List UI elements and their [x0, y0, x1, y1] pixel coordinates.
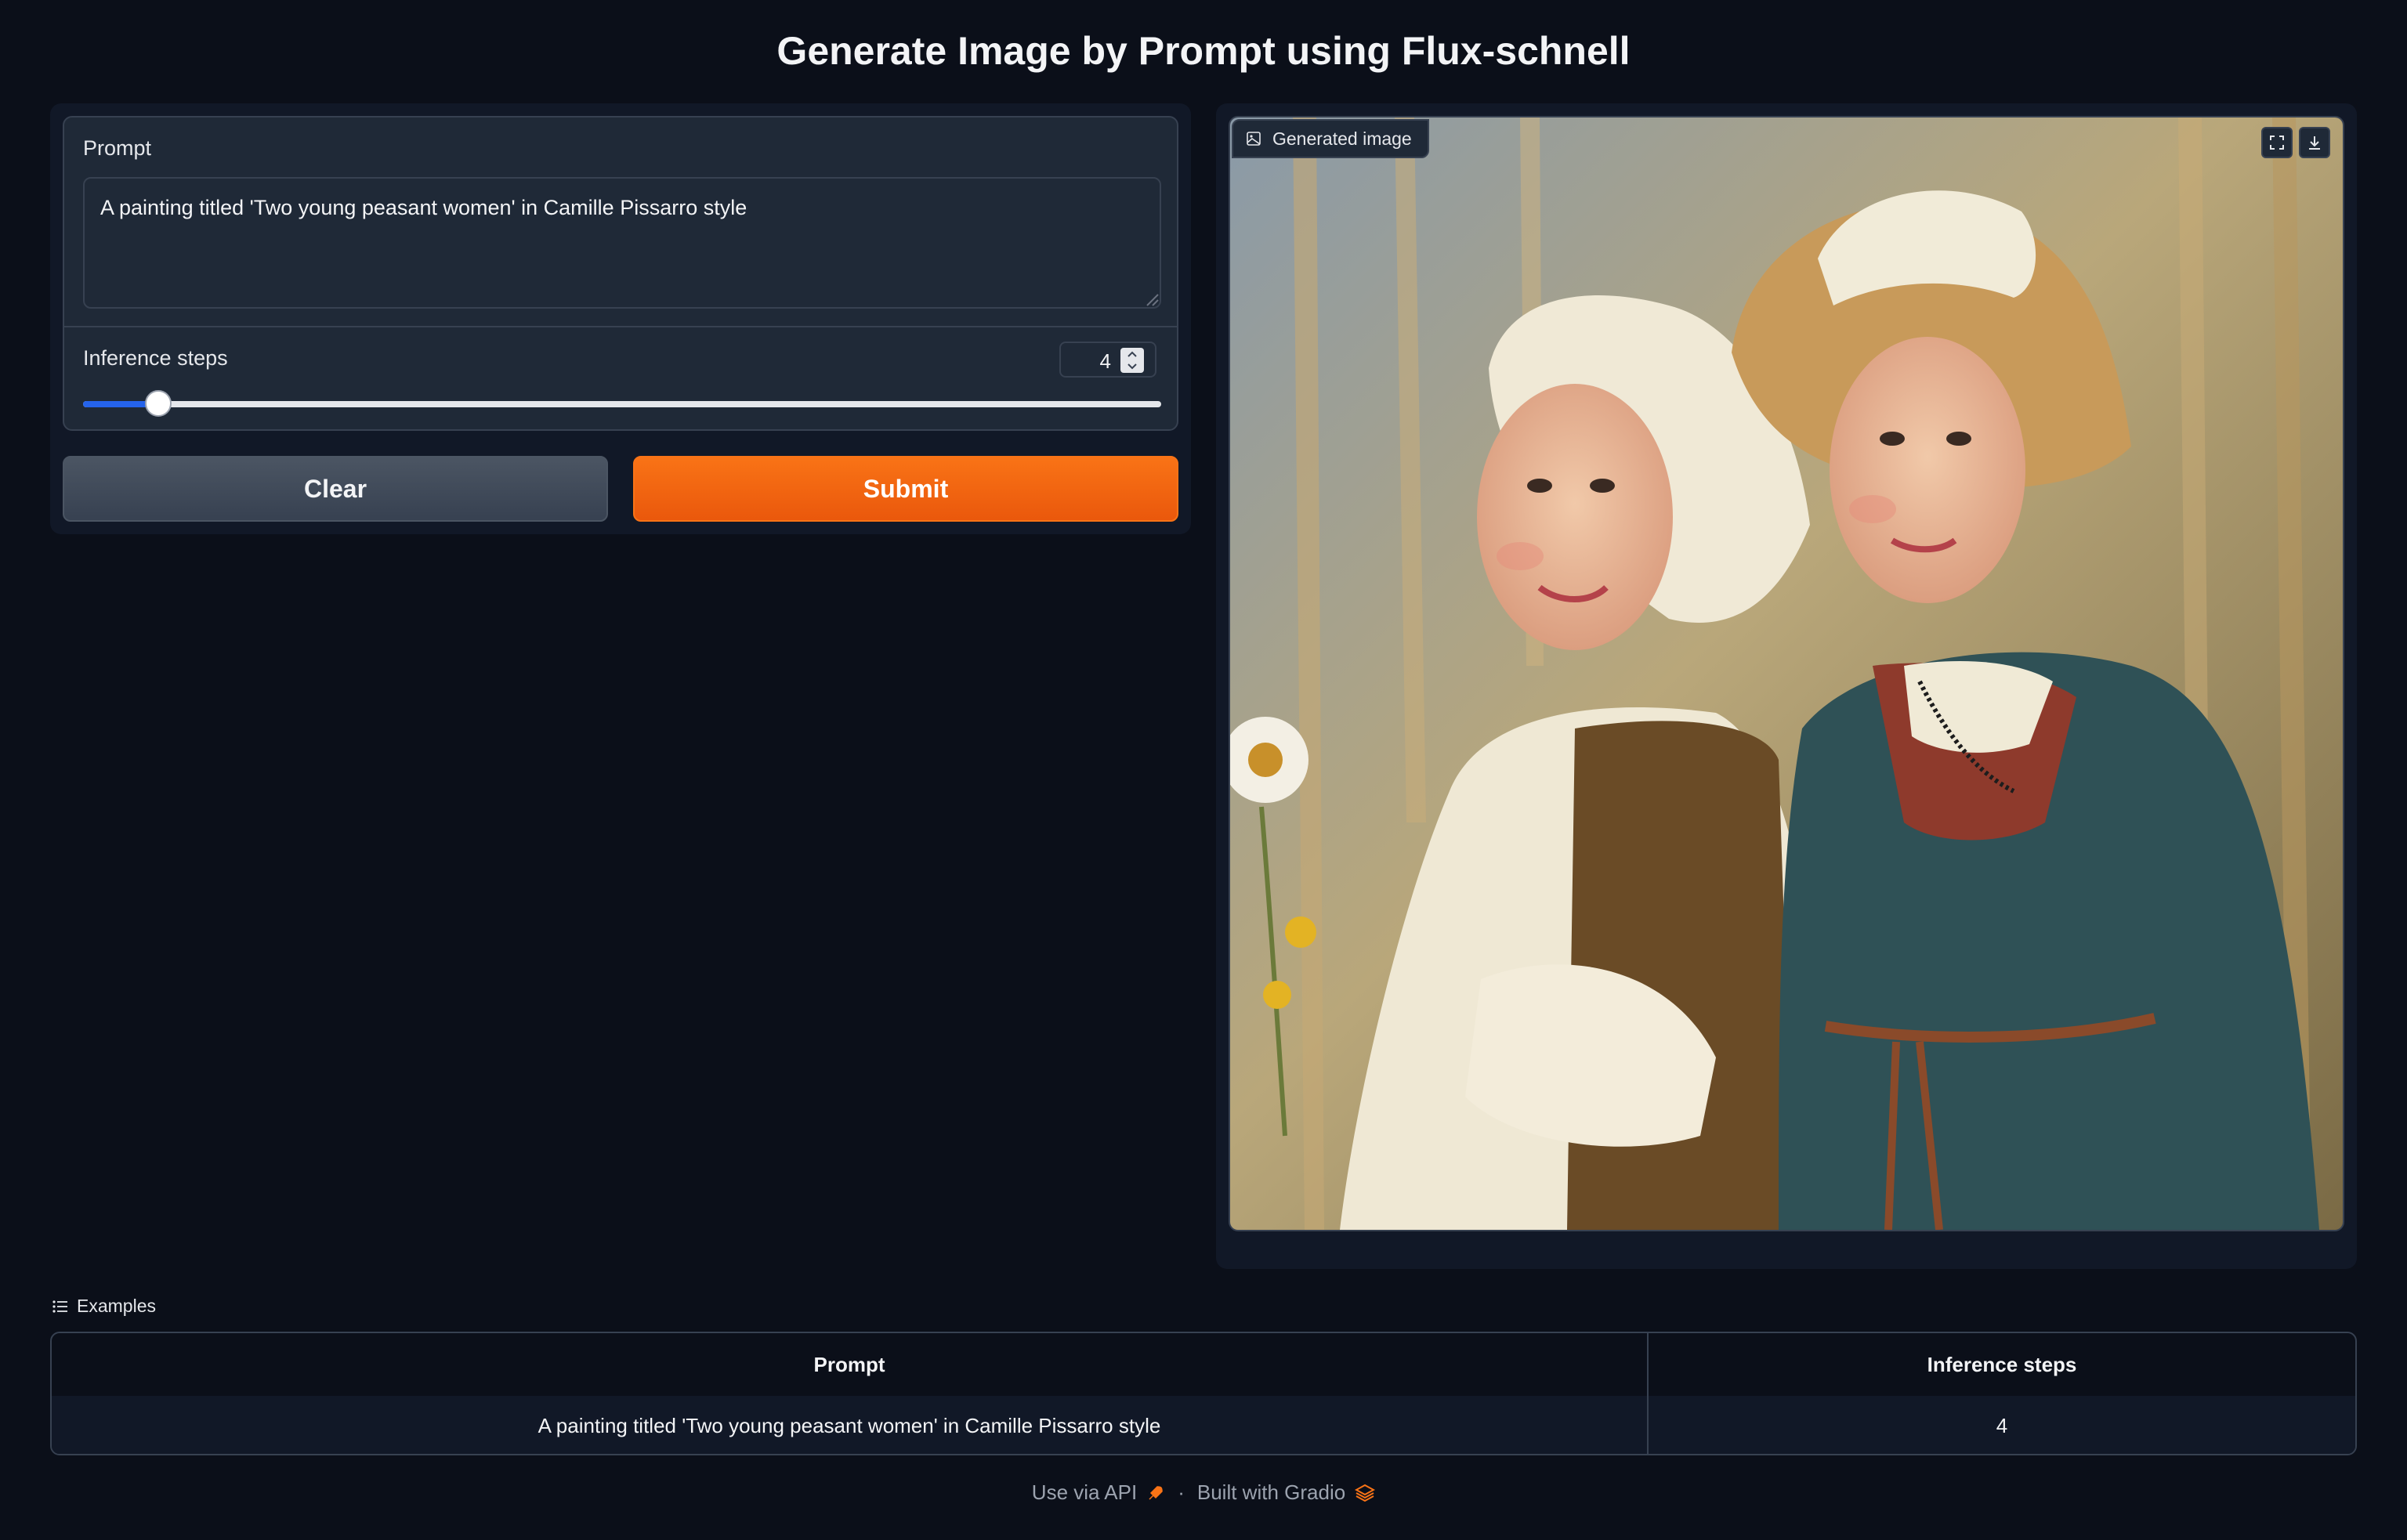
rocket-icon — [1149, 1485, 1163, 1500]
built-with-gradio-link[interactable]: Built with Gradio — [1196, 1480, 1376, 1505]
examples-table-header: Prompt Inference steps — [52, 1333, 2355, 1396]
resize-grip-icon[interactable] — [1144, 291, 1160, 307]
use-via-api-link[interactable]: Use via API — [1032, 1480, 1165, 1505]
divider — [64, 326, 1177, 327]
example-prompt-cell[interactable]: A painting titled 'Two young peasant wom… — [52, 1396, 1649, 1454]
prompt-label: Prompt — [83, 136, 152, 160]
gradio-logo-icon — [1355, 1484, 1376, 1502]
number-spinner[interactable] — [1120, 348, 1144, 373]
increment-icon[interactable] — [1120, 348, 1144, 360]
footer-separator: · — [1178, 1480, 1185, 1504]
clear-button[interactable]: Clear — [63, 456, 608, 522]
footer: Use via API · Built with Gradio — [0, 1480, 2407, 1505]
column-header-prompt: Prompt — [52, 1333, 1649, 1396]
prompt-textarea[interactable] — [83, 177, 1161, 309]
inference-steps-label: Inference steps — [83, 346, 228, 370]
inference-steps-value: 4 — [1099, 349, 1111, 373]
download-button[interactable] — [2299, 127, 2330, 158]
slider-thumb[interactable] — [145, 390, 172, 417]
submit-button[interactable]: Submit — [633, 456, 1178, 522]
input-panel: Prompt Inference steps 4 Clear Submit — [50, 103, 1191, 534]
list-icon — [52, 1300, 67, 1313]
table-row[interactable]: A painting titled 'Two young peasant wom… — [52, 1396, 2355, 1454]
built-with-gradio-label: Built with Gradio — [1196, 1480, 1346, 1504]
examples-header: Examples — [52, 1296, 156, 1317]
column-header-inference-steps: Inference steps — [1927, 1352, 2077, 1376]
inference-steps-slider[interactable] — [83, 390, 1161, 417]
inference-steps-number-input[interactable]: 4 — [1059, 342, 1156, 378]
output-panel: Generated image — [1216, 103, 2357, 1269]
generated-image — [1230, 117, 2343, 1230]
example-steps-cell[interactable]: 4 — [1649, 1396, 2355, 1454]
image-icon — [1247, 132, 1261, 146]
fullscreen-button[interactable] — [2261, 127, 2293, 158]
page-title: Generate Image by Prompt using Flux-schn… — [776, 29, 1631, 73]
generated-image-badge: Generated image — [1232, 119, 1429, 158]
download-icon — [2309, 136, 2320, 150]
fullscreen-icon — [2270, 136, 2284, 150]
input-block: Prompt Inference steps 4 — [63, 116, 1178, 431]
generated-image-frame: Generated image — [1229, 116, 2344, 1231]
generated-image-label: Generated image — [1272, 128, 1412, 149]
examples-title: Examples — [77, 1296, 156, 1316]
decrement-icon[interactable] — [1120, 360, 1144, 373]
use-via-api-label: Use via API — [1031, 1480, 1138, 1504]
examples-table: Prompt Inference steps A painting titled… — [50, 1332, 2357, 1455]
